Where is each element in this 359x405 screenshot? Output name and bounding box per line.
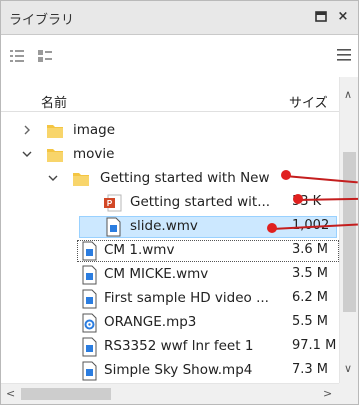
tree-row-cm-micke[interactable]: CM MICKE.wmv 3.5 M [1,263,339,287]
file-icon [79,265,99,285]
horizontal-scroll-thumb[interactable] [21,388,111,400]
powerpoint-icon: P [103,193,123,213]
tree-row-size: 97.1 M [292,338,336,353]
folder-icon [45,121,65,141]
vertical-scrollbar[interactable]: ∧ ∨ [339,77,358,383]
title-bar: ライブラリ × [1,1,358,35]
chevron-down-icon[interactable] [47,171,59,185]
library-panel: ライブラリ × 名前 サイズ image movie Getting start… [0,0,359,405]
tree-row-label: movie [73,146,115,162]
tree-row-getting-started-ppt[interactable]: P Getting started wit... 53 K [1,191,339,215]
toolbar [1,35,358,77]
callout-dot [293,194,303,204]
scroll-right-icon[interactable]: > [323,388,332,400]
tree-row-label: Simple Sky Show.mp4 [104,362,253,378]
detail-view-icon[interactable] [37,48,53,64]
svg-text:P: P [107,199,113,208]
callout-dot [281,170,291,180]
tree-row-label: RS3352 wwf lnr feet 1 [104,338,254,354]
tree-row-label: ORANGE.mp3 [104,314,197,330]
tree-row-label: Getting started wit... [130,194,271,210]
file-icon [79,289,99,309]
chevron-down-icon[interactable] [21,147,33,161]
tree-row-label: image [73,122,116,138]
tree-row-label: CM 1.wmv [104,242,175,258]
panel-title: ライブラリ [9,13,75,28]
audio-file-icon [79,313,99,333]
file-icon [79,241,99,261]
column-size[interactable]: サイズ [289,92,328,111]
scroll-left-icon[interactable]: < [6,388,15,400]
tree-row-label: Getting started with New [100,170,270,186]
horizontal-scrollbar[interactable]: < > [1,383,339,404]
file-tree: image movie Getting started with New P G… [1,111,339,381]
scroll-down-icon[interactable]: ∨ [344,363,352,375]
tree-row-simple-sky[interactable]: Simple Sky Show.mp4 7.3 M [1,359,339,381]
tree-row-label: slide.wmv [130,218,198,234]
file-icon [103,217,123,237]
scrollbar-corner [339,383,358,404]
tree-row-size: 3.6 M [292,242,329,257]
chevron-right-icon[interactable] [21,123,33,137]
folder-icon [45,145,65,165]
tree-row-movie[interactable]: movie [1,143,339,167]
close-icon[interactable]: × [335,8,351,26]
callout-dot [267,223,277,233]
tree-row-size: 6.2 M [292,290,329,305]
folder-icon [71,169,91,189]
tree-row-label: CM MICKE.wmv [104,266,209,282]
file-icon [79,337,99,357]
tree-row-size: 5.5 M [292,314,329,329]
pin-icon[interactable] [313,8,329,26]
tree-row-size: 3.5 M [292,266,329,281]
column-name[interactable]: 名前 [41,92,67,111]
tree-row-size: 7.3 M [292,362,329,377]
tree-row-rs3352[interactable]: RS3352 wwf lnr feet 1 97.1 M [1,335,339,359]
tree-row-orange[interactable]: ORANGE.mp3 5.5 M [1,311,339,335]
tree-row-first-sample[interactable]: First sample HD video ... 6.2 M [1,287,339,311]
vertical-scroll-thumb[interactable] [343,152,356,312]
tree-row-image[interactable]: image [1,119,339,143]
tree-row-cm1[interactable]: CM 1.wmv 3.6 M [1,239,339,263]
menu-icon[interactable] [336,48,352,62]
scroll-up-icon[interactable]: ∧ [344,89,352,101]
file-icon [79,361,99,381]
tree-row-label: First sample HD video ... [104,290,269,306]
column-header: 名前 サイズ [1,77,358,112]
list-view-icon[interactable] [9,48,25,64]
